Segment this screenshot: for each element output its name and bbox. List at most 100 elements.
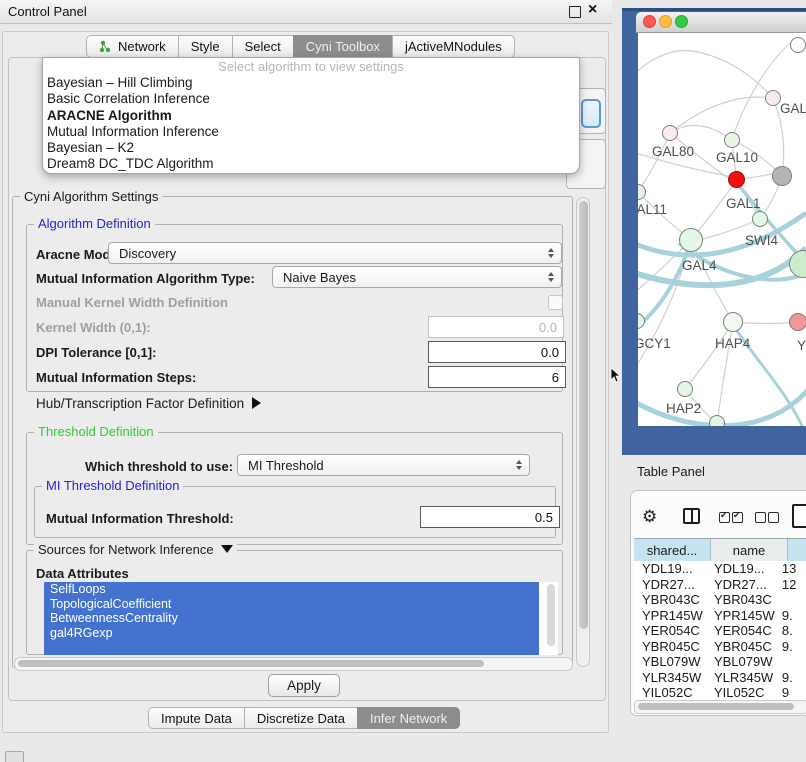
- table-horizontal-scrollbar[interactable]: [634, 700, 806, 714]
- table-row[interactable]: YBL079W YBL079W: [634, 654, 806, 670]
- show-columns-icon[interactable]: [683, 508, 700, 524]
- table-body: YDL19... YDL19... 13 YDR27... YDR27... 1…: [634, 561, 806, 700]
- node-hap2[interactable]: [677, 381, 693, 397]
- node-gal10[interactable]: [724, 132, 740, 148]
- cyni-algorithm-settings-title: Cyni Algorithm Settings: [20, 190, 162, 203]
- manual-kernel-width-checkbox[interactable]: [548, 295, 563, 310]
- column-header-shared[interactable]: shared...: [634, 539, 711, 562]
- column-header-partial[interactable]: [788, 539, 806, 562]
- expander-right-arrow-icon: [252, 397, 261, 409]
- settings-vertical-scrollbar[interactable]: [576, 197, 590, 667]
- node-label-hap2: HAP2: [666, 401, 701, 416]
- table-row[interactable]: YLR345W YLR345W 9.: [634, 670, 806, 686]
- which-threshold-combobox[interactable]: MI Threshold: [237, 454, 530, 476]
- kernel-width-label: Kernel Width (0,1):: [36, 320, 151, 335]
- data-attributes-list: SelfLoops TopologicalCoefficient Between…: [44, 582, 558, 655]
- select-all-icon[interactable]: [719, 512, 730, 523]
- list-item-selected-partial[interactable]: [44, 640, 539, 655]
- node-hap4[interactable]: [723, 312, 743, 332]
- gear-icon[interactable]: [642, 507, 662, 527]
- tab-network[interactable]: Network: [86, 35, 179, 58]
- mac-minimize-icon[interactable]: [659, 15, 672, 28]
- list-item-selected[interactable]: BetweennessCentrality: [44, 611, 539, 626]
- node-gal1[interactable]: [728, 171, 745, 188]
- node-gal4[interactable]: [679, 228, 703, 252]
- combo-stepper-icon: [548, 272, 554, 282]
- tab-impute-data[interactable]: Impute Data: [148, 707, 245, 729]
- network-node[interactable]: [709, 415, 725, 426]
- node-label-gal4: GAL4: [682, 258, 717, 273]
- table-row[interactable]: YBR045C YBR045C 9.: [634, 639, 806, 655]
- mi-algorithm-type-label: Mutual Information Algorithm Type:: [36, 271, 255, 286]
- expander-down-arrow-icon: [221, 545, 233, 553]
- mi-algorithm-type-combobox[interactable]: Naive Bayes: [272, 266, 562, 288]
- tab-select[interactable]: Select: [232, 35, 294, 58]
- dropdown-item[interactable]: Dream8 DC_TDC Algorithm: [43, 156, 579, 172]
- node-label-gal1: GAL1: [726, 196, 761, 211]
- table-panel-title: Table Panel: [637, 464, 705, 479]
- table-row[interactable]: YBR043C YBR043C: [634, 592, 806, 608]
- list-item-selected[interactable]: SelfLoops: [44, 582, 539, 597]
- combo-stepper-focus-ring[interactable]: [581, 99, 601, 128]
- network-node-salmon[interactable]: [789, 313, 806, 331]
- tab-infer-network[interactable]: Infer Network: [357, 707, 460, 729]
- float-icon[interactable]: [569, 6, 581, 18]
- mac-zoom-icon[interactable]: [675, 15, 688, 28]
- dpi-tolerance-field[interactable]: [428, 341, 566, 363]
- mi-steps-field[interactable]: [428, 366, 566, 388]
- dropdown-item[interactable]: Basic Correlation Inference: [43, 91, 579, 107]
- dropdown-item-aracne[interactable]: ARACNE Algorithm: [43, 108, 579, 124]
- dropdown-item[interactable]: Mutual Information Inference: [43, 124, 579, 140]
- threshold-definition-title: Threshold Definition: [34, 425, 158, 438]
- mi-threshold-definition-title: MI Threshold Definition: [42, 479, 183, 492]
- deselect-all-icon[interactable]: [768, 512, 779, 523]
- node-gal-partial[interactable]: [765, 90, 781, 106]
- algorithm-dropdown-placeholder: Select algorithm to view settings: [43, 58, 579, 75]
- table-row[interactable]: YIL052C YIL052C 9: [634, 685, 806, 700]
- aracne-mode-combobox[interactable]: Discovery: [108, 242, 562, 264]
- tab-cyni-toolbox[interactable]: Cyni Toolbox: [293, 35, 393, 58]
- table-row[interactable]: YDL19... YDL19... 13: [634, 561, 806, 577]
- close-icon[interactable]: [588, 1, 602, 21]
- table-row[interactable]: YPR145W YPR145W 9.: [634, 608, 806, 624]
- tab-style[interactable]: Style: [178, 35, 233, 58]
- tab-discretize-data[interactable]: Discretize Data: [244, 707, 358, 729]
- dropdown-item[interactable]: Bayesian – Hill Climbing: [43, 75, 579, 91]
- combo-stepper-icon: [548, 248, 554, 258]
- list-item-selected[interactable]: TopologicalCoefficient: [44, 597, 539, 612]
- new-table-icon[interactable]: [792, 504, 806, 528]
- deselect-all-icon[interactable]: [755, 512, 766, 523]
- table-row[interactable]: YDR27... YDR27... 12: [634, 577, 806, 593]
- mi-threshold-label: Mutual Information Threshold:: [46, 511, 234, 526]
- which-threshold-label: Which threshold to use:: [85, 459, 233, 474]
- apply-button[interactable]: Apply: [268, 674, 340, 697]
- list-item-selected[interactable]: gal4RGexp: [44, 626, 539, 641]
- network-canvas[interactable]: GAL GAL80 GAL10 GAL1 GAL11 SWI4 GAL4 GCY…: [638, 33, 806, 426]
- network-node[interactable]: [790, 37, 806, 53]
- node-label-swi4: SWI4: [745, 233, 778, 248]
- settings-vertical-scrollbar-thumb[interactable]: [579, 201, 588, 629]
- hub-factor-expander[interactable]: Hub/Transcription Factor Definition: [36, 396, 261, 411]
- kernel-width-field[interactable]: [428, 316, 564, 338]
- network-node-gray[interactable]: [772, 166, 792, 186]
- node-label-gcy1: GCY1: [638, 336, 671, 351]
- dropdown-item[interactable]: Bayesian – K2: [43, 140, 579, 156]
- node-label-gal11: GAL11: [638, 202, 667, 217]
- settings-horizontal-scrollbar-thumb[interactable]: [18, 660, 484, 667]
- collapsed-panel-icon[interactable]: [5, 751, 24, 762]
- mi-threshold-field[interactable]: [420, 506, 560, 528]
- table-header-row: shared... name: [634, 538, 806, 563]
- node-gal80[interactable]: [662, 125, 678, 141]
- table-row[interactable]: YER054C YER054C 8.: [634, 623, 806, 639]
- mac-close-icon[interactable]: [643, 15, 656, 28]
- node-swi4[interactable]: [752, 211, 768, 227]
- select-all-icon[interactable]: [732, 512, 743, 523]
- column-header-name[interactable]: name: [711, 539, 788, 562]
- tab-network-label: Network: [118, 39, 166, 54]
- settings-horizontal-scrollbar[interactable]: [14, 657, 573, 671]
- list-vertical-scrollbar-thumb[interactable]: [547, 584, 555, 646]
- table-horizontal-scrollbar-thumb[interactable]: [638, 703, 794, 710]
- tab-jactivemnodules[interactable]: jActiveMNodules: [392, 35, 515, 58]
- sources-title[interactable]: Sources for Network Inference: [34, 543, 237, 556]
- combo-stepper-icon: [516, 460, 522, 470]
